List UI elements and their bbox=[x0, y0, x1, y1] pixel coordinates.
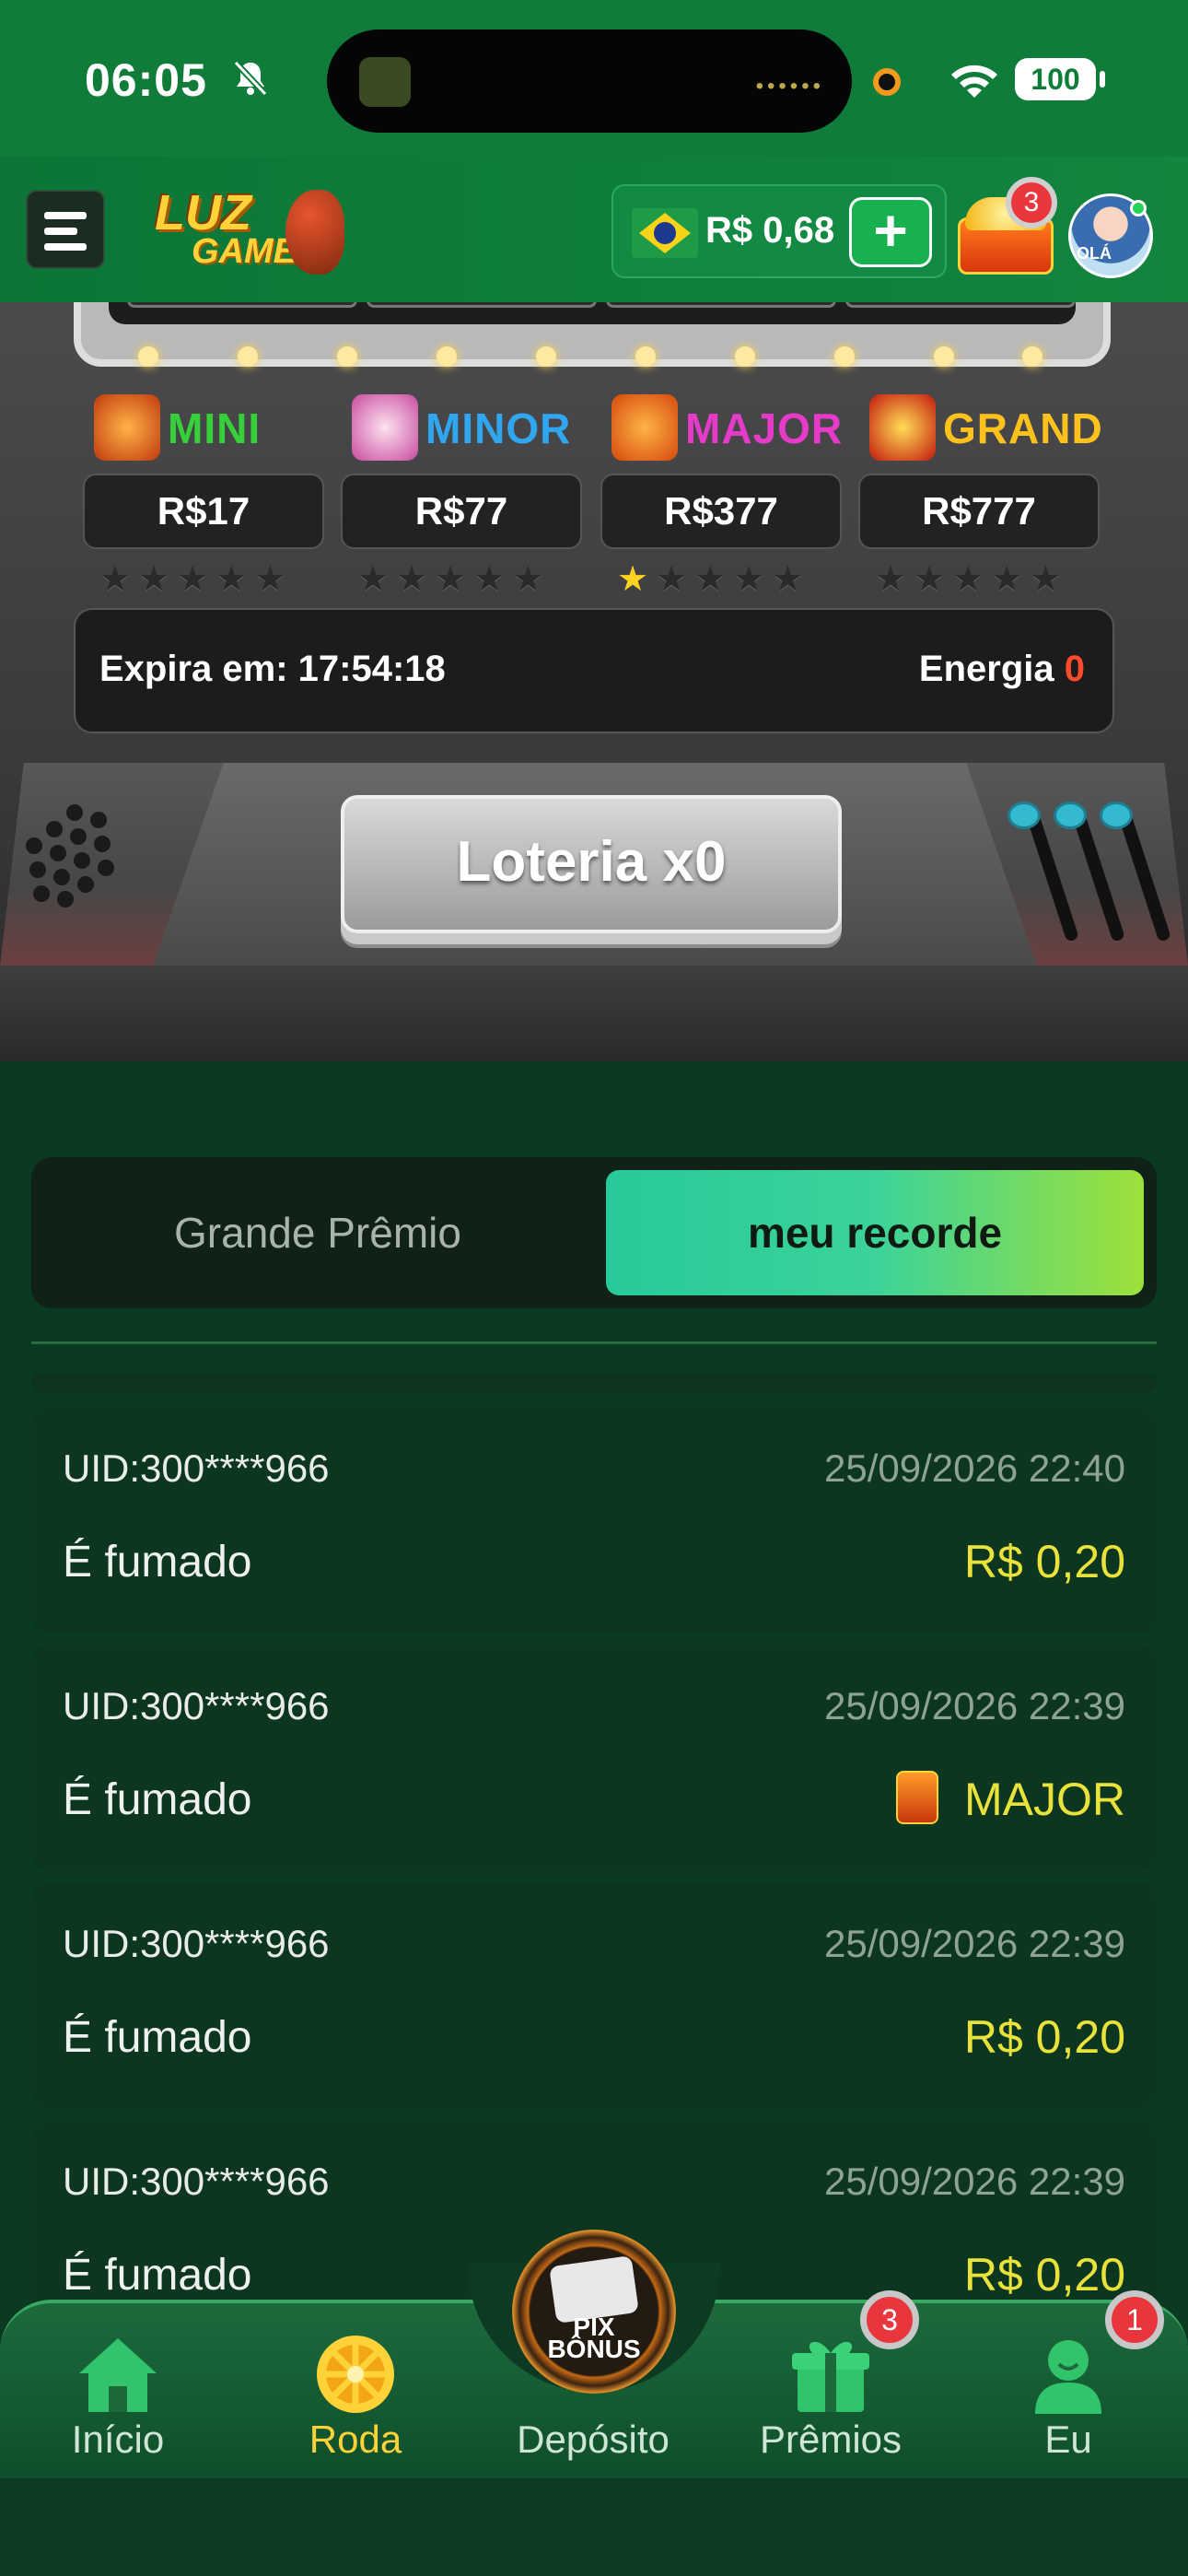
light-icon bbox=[138, 346, 158, 367]
home-icon bbox=[79, 2338, 157, 2412]
gift-icon bbox=[792, 2341, 869, 2412]
record-item: UID:300****966 25/09/2026 22:40 É fumado… bbox=[31, 1408, 1157, 1633]
speaker-grille-icon bbox=[24, 804, 125, 907]
record-tabs: Grande Prêmio meu recorde bbox=[31, 1157, 1157, 1308]
jackpot-stars: ★★★★★ bbox=[357, 560, 552, 599]
jackpot-value: R$777 bbox=[858, 474, 1100, 549]
light-icon bbox=[834, 346, 855, 367]
wild-tiger-icon bbox=[611, 394, 678, 461]
avatar[interactable]: OLÁ bbox=[1068, 193, 1153, 278]
balance-box[interactable]: R$ 0,68 + bbox=[611, 184, 947, 278]
menu-button[interactable] bbox=[26, 190, 105, 269]
luz-games-logo[interactable]: LUZ GAMES bbox=[155, 184, 344, 280]
light-icon bbox=[536, 346, 556, 367]
status-time: 06:05 bbox=[85, 54, 207, 106]
lever-knob-icon bbox=[1054, 802, 1087, 829]
dynamic-island[interactable]: •••••• bbox=[327, 29, 852, 133]
light-icon bbox=[735, 346, 755, 367]
jackpot-grand: GRAND R$777 ★★★★★ bbox=[858, 394, 1102, 599]
jackpot-minor: MINOR R$77 ★★★★★ bbox=[341, 394, 582, 599]
nav-item-eu[interactable]: Eu 1 bbox=[967, 2290, 1170, 2478]
reel-cell bbox=[367, 302, 597, 308]
nav-item-roda[interactable]: Roda bbox=[254, 2300, 457, 2478]
jackpot-mini: MINI R$17 ★★★★★ bbox=[83, 394, 324, 599]
lever-knob-icon bbox=[1100, 802, 1133, 829]
jackpot-major: MAJOR R$377 ★★★★★ bbox=[600, 394, 842, 599]
nav-item-inicio[interactable]: Início bbox=[17, 2300, 219, 2478]
menu-line-icon bbox=[44, 228, 77, 235]
online-dot-icon bbox=[1130, 200, 1147, 217]
app-header: LUZ GAMES R$ 0,68 + 3 OLÁ bbox=[0, 157, 1188, 302]
light-icon bbox=[337, 346, 357, 367]
balance-amount: R$ 0,68 bbox=[705, 210, 835, 251]
reel-cell bbox=[845, 302, 1076, 308]
light-icon bbox=[1022, 346, 1042, 367]
jackpot-value: R$377 bbox=[600, 474, 842, 549]
user-icon bbox=[1035, 2340, 1101, 2414]
recording-indicator-icon bbox=[873, 68, 901, 96]
record-item: UID:300****966 25/09/2026 22:39 É fumado… bbox=[31, 1883, 1157, 2108]
jackpot-value: R$77 bbox=[341, 474, 582, 549]
wifi-icon bbox=[951, 64, 997, 98]
add-balance-button[interactable]: + bbox=[849, 197, 932, 267]
list-top-edge bbox=[31, 1373, 1157, 1393]
jackpot-stars: ★★★★★ bbox=[875, 560, 1069, 599]
lottery-button[interactable]: Loteria x0 bbox=[341, 795, 842, 933]
reel-cell bbox=[127, 302, 357, 308]
light-icon bbox=[635, 346, 656, 367]
brazil-flag-icon bbox=[632, 208, 698, 258]
tab-grande-premio[interactable]: Grande Prêmio bbox=[46, 1170, 589, 1295]
status-bar: 06:05 •••••• 100 bbox=[0, 0, 1188, 157]
dragon-mascot-icon bbox=[285, 190, 344, 275]
light-icon bbox=[238, 346, 258, 367]
jackpot-value: R$17 bbox=[83, 474, 324, 549]
wild-rabbit-icon bbox=[352, 394, 418, 461]
premios-badge: 3 bbox=[860, 2290, 919, 2349]
island-dots-icon: •••••• bbox=[755, 74, 824, 99]
home-indicator-area bbox=[0, 2478, 1188, 2576]
bottom-nav: Início Roda Depósito Prêmios 3 Eu 1 PIX … bbox=[0, 2230, 1188, 2478]
light-icon bbox=[437, 346, 457, 367]
divider bbox=[31, 1341, 1157, 1344]
bell-muted-icon bbox=[233, 60, 268, 97]
machine-floor bbox=[0, 966, 1188, 1061]
record-item: UID:300****966 25/09/2026 22:39 É fumado… bbox=[31, 1645, 1157, 1870]
battery-icon: 100 bbox=[1015, 58, 1105, 100]
jackpot-stars: ★★★★★ bbox=[617, 560, 811, 599]
wild-major-icon bbox=[896, 1770, 938, 1824]
reel-cell bbox=[606, 302, 836, 308]
wheel-icon bbox=[317, 2336, 394, 2413]
treasure-chest-button[interactable]: 3 bbox=[958, 177, 1057, 275]
app-thumbnail-icon bbox=[359, 57, 411, 107]
wild-dragon-icon bbox=[94, 394, 160, 461]
pix-bonus-button[interactable]: PIX BÔNUS bbox=[512, 2230, 676, 2394]
expire-timer: Expira em: 17:54:18 bbox=[99, 649, 446, 689]
slot-machine: MINI R$17 ★★★★★ MINOR R$77 ★★★★★ MAJOR R… bbox=[0, 302, 1188, 1061]
light-icon bbox=[934, 346, 954, 367]
lever-knob-icon bbox=[1007, 802, 1041, 829]
energy-counter: Energia 0 bbox=[918, 649, 1085, 689]
expire-energy-panel: Expira em: 17:54:18 Energia 0 bbox=[74, 608, 1114, 733]
tab-meu-recorde[interactable]: meu recorde bbox=[606, 1170, 1144, 1295]
chest-badge: 3 bbox=[1006, 177, 1057, 228]
marquee-lights bbox=[138, 346, 1050, 367]
eu-badge: 1 bbox=[1105, 2290, 1164, 2349]
nav-item-premios[interactable]: Prêmios 3 bbox=[729, 2290, 932, 2478]
grand-win-icon bbox=[869, 394, 936, 461]
jackpot-stars: ★★★★★ bbox=[99, 560, 294, 599]
menu-line-icon bbox=[44, 243, 87, 251]
top-bar: 06:05 •••••• 100 LUZ GAMES R$ 0,68 + 3 O… bbox=[0, 0, 1188, 302]
menu-line-icon bbox=[44, 212, 87, 219]
